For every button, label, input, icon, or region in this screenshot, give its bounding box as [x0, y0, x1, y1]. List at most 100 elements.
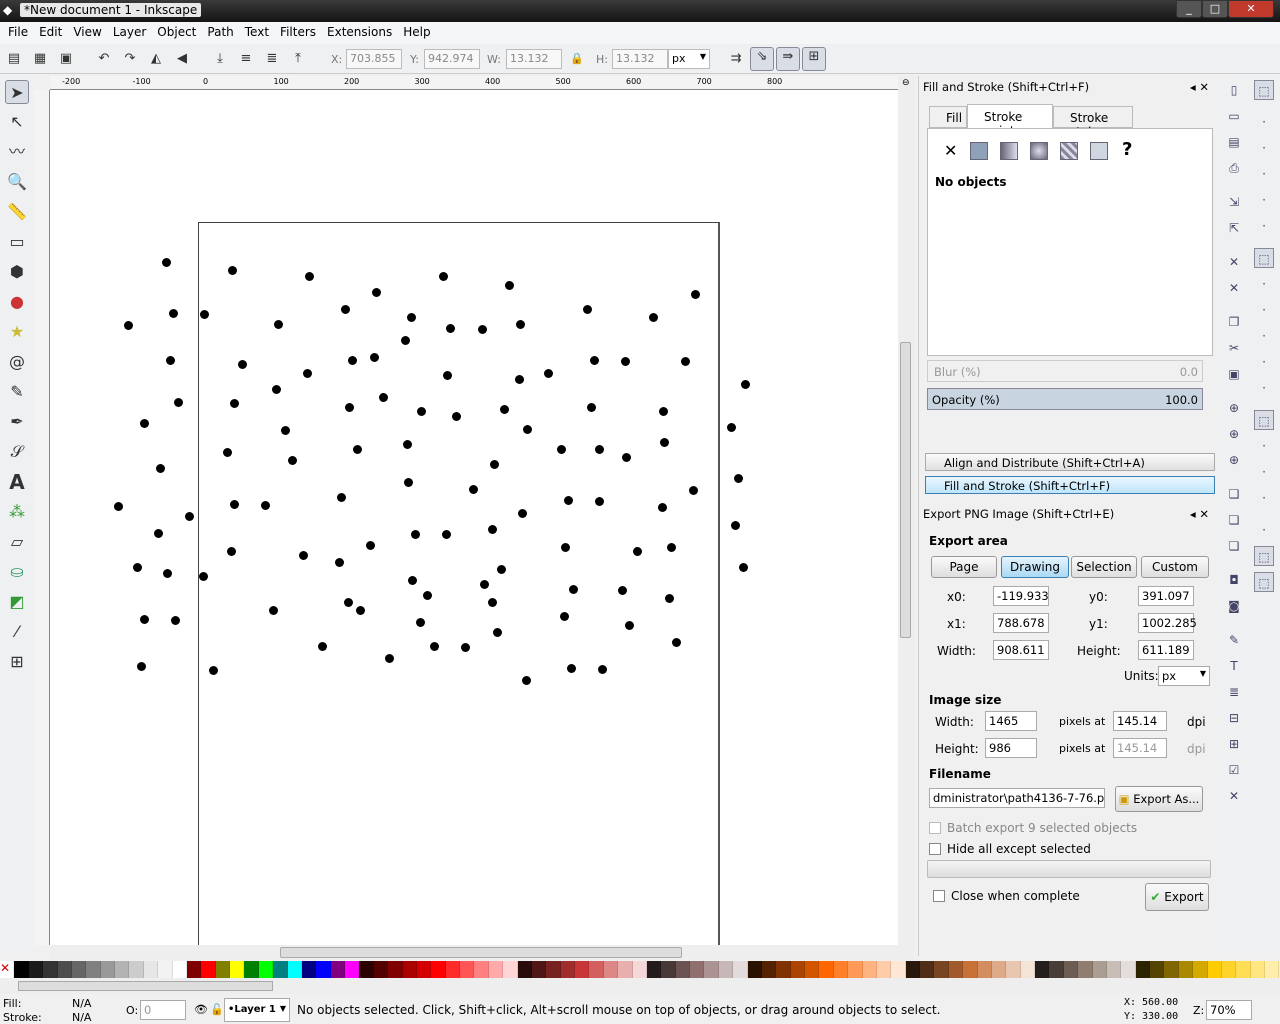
circle-object[interactable] — [281, 426, 290, 435]
menu-path[interactable]: Path — [203, 22, 240, 44]
circle-object[interactable] — [348, 356, 357, 365]
circle-object[interactable] — [443, 371, 452, 380]
circle-object[interactable] — [727, 423, 736, 432]
tab-fill[interactable]: Fill — [929, 106, 967, 128]
circle-object[interactable] — [523, 425, 532, 434]
minimize-button[interactable]: _ — [1176, 0, 1202, 18]
color-swatch[interactable] — [1035, 961, 1050, 978]
export-as-button[interactable]: ▣ Export As... — [1115, 786, 1203, 812]
circle-object[interactable] — [561, 543, 570, 552]
circle-object[interactable] — [199, 572, 208, 581]
color-swatch[interactable] — [28, 961, 44, 978]
color-swatch[interactable] — [718, 961, 734, 978]
color-swatch[interactable] — [1049, 961, 1064, 978]
area-drawing-button[interactable]: Drawing — [1001, 556, 1069, 578]
circle-object[interactable] — [223, 448, 232, 457]
align-distribute-dock-item[interactable]: Align and Distribute (Shift+Ctrl+A) — [925, 453, 1215, 471]
circle-object[interactable] — [505, 281, 514, 290]
select-all-layers-icon[interactable]: ▦ — [30, 50, 50, 68]
circle-object[interactable] — [622, 453, 631, 462]
circle-object[interactable] — [154, 529, 163, 538]
circle-object[interactable] — [162, 258, 171, 267]
circle-object[interactable] — [416, 618, 425, 627]
circle-object[interactable] — [567, 664, 576, 673]
circle-object[interactable] — [303, 369, 312, 378]
dropper-tool-icon[interactable]: ⁄ — [5, 620, 29, 644]
spiral-tool-icon[interactable]: @ — [5, 350, 29, 374]
filename-field[interactable]: dministrator\path4136-7-76.png — [929, 788, 1105, 808]
close-panel-icon[interactable]: ◂ ✕ — [1190, 80, 1209, 94]
color-swatch[interactable] — [560, 961, 575, 978]
circle-object[interactable] — [269, 606, 278, 615]
circle-object[interactable] — [587, 403, 596, 412]
circle-object[interactable] — [595, 445, 604, 454]
color-swatch[interactable] — [503, 961, 518, 978]
color-swatch[interactable] — [172, 961, 187, 978]
gradient-tool-icon[interactable]: ◩ — [5, 590, 29, 614]
snap-center-icon[interactable]: · — [1254, 436, 1274, 456]
circle-object[interactable] — [522, 676, 531, 685]
circle-object[interactable] — [560, 612, 569, 621]
eraser-tool-icon[interactable]: ▱ — [5, 530, 29, 554]
zoom-field[interactable]: 70% — [1206, 1000, 1252, 1020]
zoom-corner-icon[interactable]: ⊖ — [902, 78, 910, 88]
circle-object[interactable] — [341, 305, 350, 314]
scale-stroke-icon[interactable]: ⇉ — [726, 50, 746, 68]
connector-tool-icon[interactable]: ⊞ — [5, 650, 29, 674]
color-swatch[interactable] — [575, 961, 590, 978]
circle-object[interactable] — [385, 654, 394, 663]
snap-midpoint-icon[interactable]: · — [1254, 378, 1274, 398]
circle-object[interactable] — [230, 399, 239, 408]
color-swatch[interactable] — [632, 961, 647, 978]
circle-object[interactable] — [442, 530, 451, 539]
swatch-icon[interactable] — [1090, 142, 1108, 160]
color-swatch[interactable] — [891, 961, 906, 978]
zoom-drawing-icon[interactable]: ⊕ — [1224, 424, 1244, 444]
color-swatch[interactable] — [546, 961, 561, 978]
color-swatch[interactable] — [273, 961, 288, 978]
circle-object[interactable] — [370, 353, 379, 362]
layers-icon[interactable]: ≣ — [1224, 682, 1244, 702]
circle-object[interactable] — [335, 558, 344, 567]
circle-object[interactable] — [497, 565, 506, 574]
color-swatch[interactable] — [704, 961, 719, 978]
circle-object[interactable] — [689, 486, 698, 495]
zoom-tool-icon[interactable]: 🔍 — [5, 170, 29, 194]
circle-object[interactable] — [660, 438, 669, 447]
circle-object[interactable] — [544, 369, 553, 378]
color-swatch[interactable] — [531, 961, 547, 978]
menu-object[interactable]: Object — [153, 22, 203, 44]
color-swatch[interactable] — [1020, 961, 1035, 978]
color-swatch[interactable] — [143, 961, 159, 978]
circle-object[interactable] — [140, 419, 149, 428]
color-swatch[interactable] — [1207, 961, 1222, 978]
unlink-clone-icon[interactable]: ❏ — [1224, 536, 1244, 556]
snap-others-icon[interactable]: ⬚ — [1254, 410, 1274, 430]
circle-object[interactable] — [274, 320, 283, 329]
menu-help[interactable]: Help — [399, 22, 437, 44]
text-tool-icon[interactable]: A — [5, 470, 29, 494]
color-swatch[interactable] — [460, 961, 475, 978]
color-swatch[interactable] — [330, 961, 345, 978]
redo-icon[interactable]: ✕ — [1224, 278, 1244, 298]
circle-object[interactable] — [446, 324, 455, 333]
import-icon[interactable]: ⇲ — [1224, 192, 1244, 212]
color-swatch[interactable] — [920, 961, 935, 978]
snap-cusp-icon[interactable]: · — [1254, 326, 1274, 346]
circle-object[interactable] — [137, 662, 146, 671]
xml-editor-icon[interactable]: ⊟ — [1224, 708, 1244, 728]
horizontal-scrollbar[interactable] — [50, 945, 914, 960]
fill-stroke-dock-item[interactable]: Fill and Stroke (Shift+Ctrl+F) — [925, 476, 1215, 494]
snap-bbox-edge-icon[interactable]: · — [1254, 138, 1274, 158]
color-swatch[interactable] — [517, 961, 532, 978]
circle-object[interactable] — [407, 313, 416, 322]
w-field[interactable]: 13.132 — [506, 49, 562, 69]
color-swatch[interactable] — [215, 961, 230, 978]
circle-object[interactable] — [621, 357, 630, 366]
copy-icon[interactable]: ❐ — [1224, 312, 1244, 332]
snap-path-icon[interactable]: · — [1254, 274, 1274, 294]
color-swatch[interactable] — [1250, 961, 1265, 978]
export-icon[interactable]: ⇱ — [1224, 218, 1244, 238]
img-height-field[interactable]: 986 — [985, 738, 1037, 758]
circle-object[interactable] — [114, 502, 123, 511]
